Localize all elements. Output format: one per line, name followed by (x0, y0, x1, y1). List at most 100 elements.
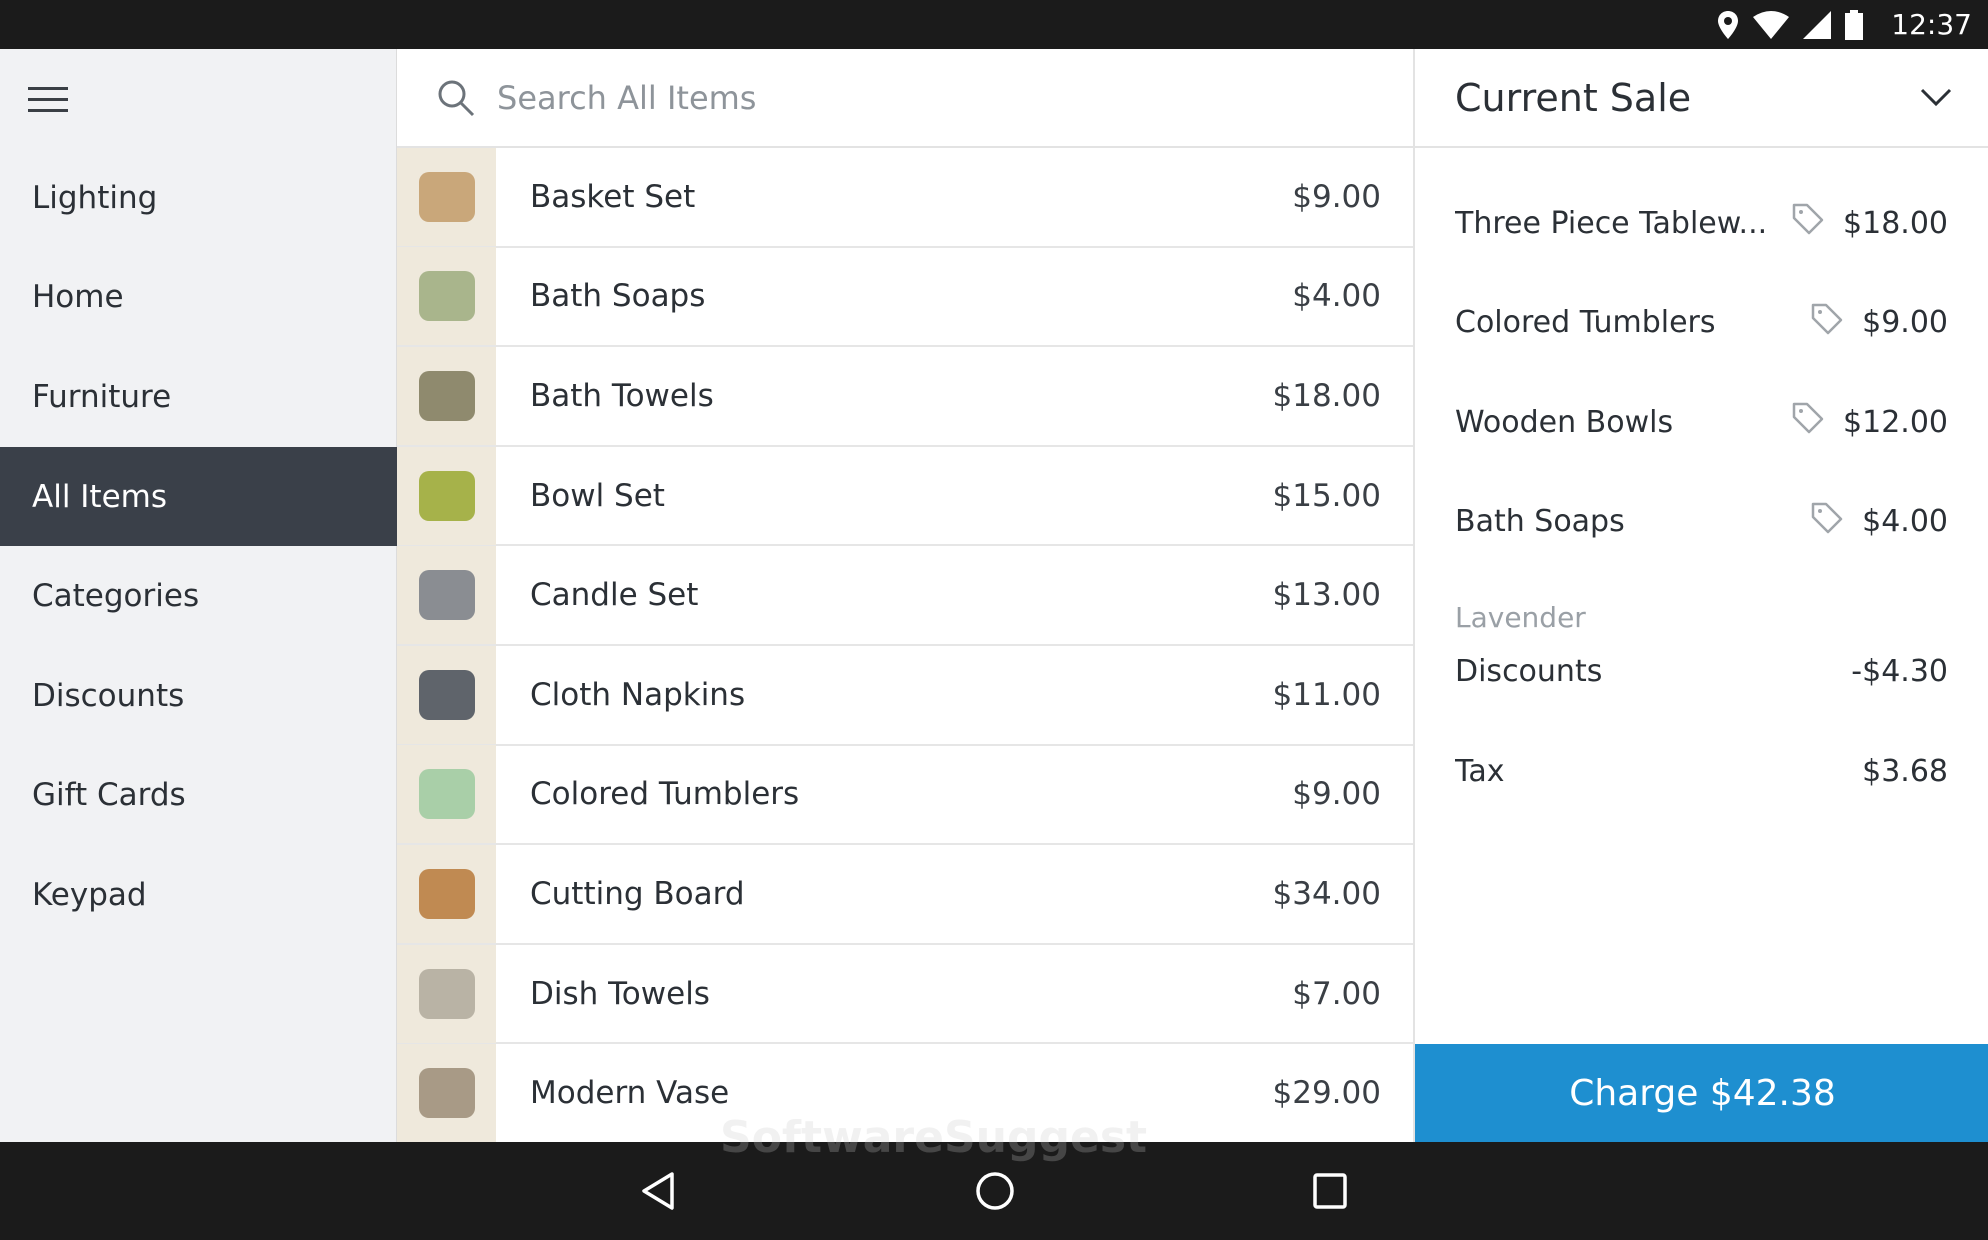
sale-line-item[interactable]: Bath Soaps $4.00 (1455, 500, 1948, 544)
sidebar-item-lighting[interactable]: Lighting (0, 148, 397, 248)
item-name: Bath Soaps (530, 278, 706, 315)
sidebar-item-label: Keypad (32, 876, 147, 913)
sale-line-name: Bath Soaps (1455, 504, 1625, 540)
menu-icon[interactable] (28, 87, 68, 113)
item-thumbnail (397, 147, 496, 246)
item-row[interactable]: Cloth Napkins $11.00 (397, 645, 1413, 746)
sale-title: Current Sale (1455, 75, 1692, 120)
item-name: Candle Set (530, 577, 699, 614)
sidebar-item-home[interactable]: Home (0, 248, 397, 348)
tax-label: Tax (1455, 753, 1505, 789)
wifi-icon (1753, 10, 1790, 39)
discount-tag-icon (1791, 202, 1825, 244)
sale-line-name: Wooden Bowls (1455, 404, 1674, 440)
status-time: 12:37 (1891, 8, 1972, 41)
item-row[interactable]: Bowl Set $15.00 (397, 446, 1413, 547)
item-price: $13.00 (1272, 577, 1381, 614)
home-icon[interactable] (975, 1171, 1015, 1215)
item-name: Colored Tumblers (530, 776, 800, 813)
current-sale-panel: Current Sale Three Piece Tablew... $18.00… (1413, 49, 1988, 1142)
item-thumbnail (397, 1044, 496, 1142)
item-price: $18.00 (1272, 377, 1381, 414)
item-price: $9.00 (1292, 776, 1381, 813)
item-row[interactable]: Candle Set $13.00 (397, 546, 1413, 646)
item-row[interactable]: Dish Towels $7.00 (397, 944, 1413, 1045)
tax-value: $3.68 (1862, 753, 1948, 789)
sidebar-item-gift-cards[interactable]: Gift Cards (0, 746, 397, 846)
discounts-row[interactable]: Discounts -$4.30 (1455, 649, 1948, 693)
item-name: Modern Vase (530, 1075, 730, 1112)
item-thumbnail (397, 346, 496, 445)
sale-line-variant: Lavender (1455, 601, 1586, 634)
item-price: $7.00 (1292, 975, 1381, 1012)
recents-icon[interactable] (1312, 1171, 1348, 1215)
item-price: $4.00 (1292, 278, 1381, 315)
sale-line-price: $9.00 (1862, 305, 1948, 341)
item-row[interactable]: Modern Vase $29.00 (397, 1044, 1413, 1142)
sidebar: Lighting Home Furniture All Items Categories… (0, 49, 397, 1142)
sidebar-item-label: Home (32, 279, 124, 316)
discount-tag-icon (1810, 302, 1844, 344)
sale-line-price: $4.00 (1862, 504, 1948, 540)
status-bar: 12:37 (0, 0, 1988, 49)
sale-line-name: Colored Tumblers (1455, 305, 1716, 341)
search-bar (397, 49, 1413, 148)
sidebar-item-label: Gift Cards (32, 777, 186, 814)
item-price: $11.00 (1272, 676, 1381, 713)
item-thumbnail (397, 944, 496, 1043)
sale-line-price: $18.00 (1843, 205, 1948, 241)
item-row[interactable]: Cutting Board $34.00 (397, 844, 1413, 945)
back-icon[interactable] (640, 1171, 676, 1215)
item-name: Bath Towels (530, 377, 714, 414)
discounts-value: -$4.30 (1851, 653, 1948, 689)
item-price: $29.00 (1272, 1075, 1381, 1112)
discount-tag-icon (1810, 501, 1844, 543)
sidebar-item-label: Discounts (32, 677, 185, 714)
sidebar-item-label: Lighting (32, 179, 158, 216)
discount-tag-icon (1791, 401, 1825, 443)
search-input[interactable] (497, 78, 1297, 117)
navigation-bar (0, 1142, 1988, 1240)
discounts-label: Discounts (1455, 653, 1603, 689)
item-row[interactable]: Basket Set $9.00 (397, 147, 1413, 248)
item-thumbnail (397, 645, 496, 744)
sale-line-name: Three Piece Tablew... (1455, 205, 1768, 241)
sale-line-item[interactable]: Colored Tumblers $9.00 (1455, 301, 1948, 345)
item-name: Bowl Set (530, 477, 665, 514)
item-thumbnail (397, 247, 496, 346)
item-row[interactable]: Bath Soaps $4.00 (397, 247, 1413, 348)
sale-header: Current Sale (1415, 49, 1988, 148)
item-row[interactable]: Bath Towels $18.00 (397, 346, 1413, 447)
sidebar-item-label: Furniture (32, 378, 172, 415)
item-thumbnail (397, 745, 496, 844)
sidebar-item-discounts[interactable]: Discounts (0, 646, 397, 746)
signal-icon (1803, 10, 1832, 39)
chevron-down-icon[interactable] (1920, 88, 1952, 108)
battery-icon (1845, 9, 1864, 40)
sidebar-item-label: Categories (32, 578, 200, 615)
sidebar-item-label: All Items (32, 478, 168, 515)
item-name: Cutting Board (530, 875, 745, 912)
sidebar-item-keypad[interactable]: Keypad (0, 845, 397, 945)
search-icon (438, 80, 475, 116)
sale-line-price: $12.00 (1843, 404, 1948, 440)
item-name: Basket Set (530, 178, 696, 215)
charge-button[interactable]: Charge $42.38 (1415, 1044, 1988, 1142)
item-price: $9.00 (1292, 178, 1381, 215)
item-list-panel: Basket Set $9.00 Bath Soaps $4.00 Bath Towel… (397, 49, 1413, 1142)
item-thumbnail (397, 546, 496, 645)
item-price: $34.00 (1272, 875, 1381, 912)
sidebar-item-all-items[interactable]: All Items (0, 446, 397, 547)
item-thumbnail (397, 446, 496, 545)
item-row[interactable]: Colored Tumblers $9.00 (397, 745, 1413, 846)
location-icon (1718, 10, 1739, 39)
sidebar-item-categories[interactable]: Categories (0, 546, 397, 646)
sale-line-item[interactable]: Three Piece Tablew... $18.00 (1455, 201, 1948, 245)
item-name: Cloth Napkins (530, 676, 746, 713)
sidebar-item-furniture[interactable]: Furniture (0, 347, 397, 447)
item-name: Dish Towels (530, 975, 710, 1012)
sale-line-item[interactable]: Wooden Bowls $12.00 (1455, 400, 1948, 444)
tax-row[interactable]: Tax $3.68 (1455, 749, 1948, 793)
item-thumbnail (397, 844, 496, 943)
item-price: $15.00 (1272, 477, 1381, 514)
